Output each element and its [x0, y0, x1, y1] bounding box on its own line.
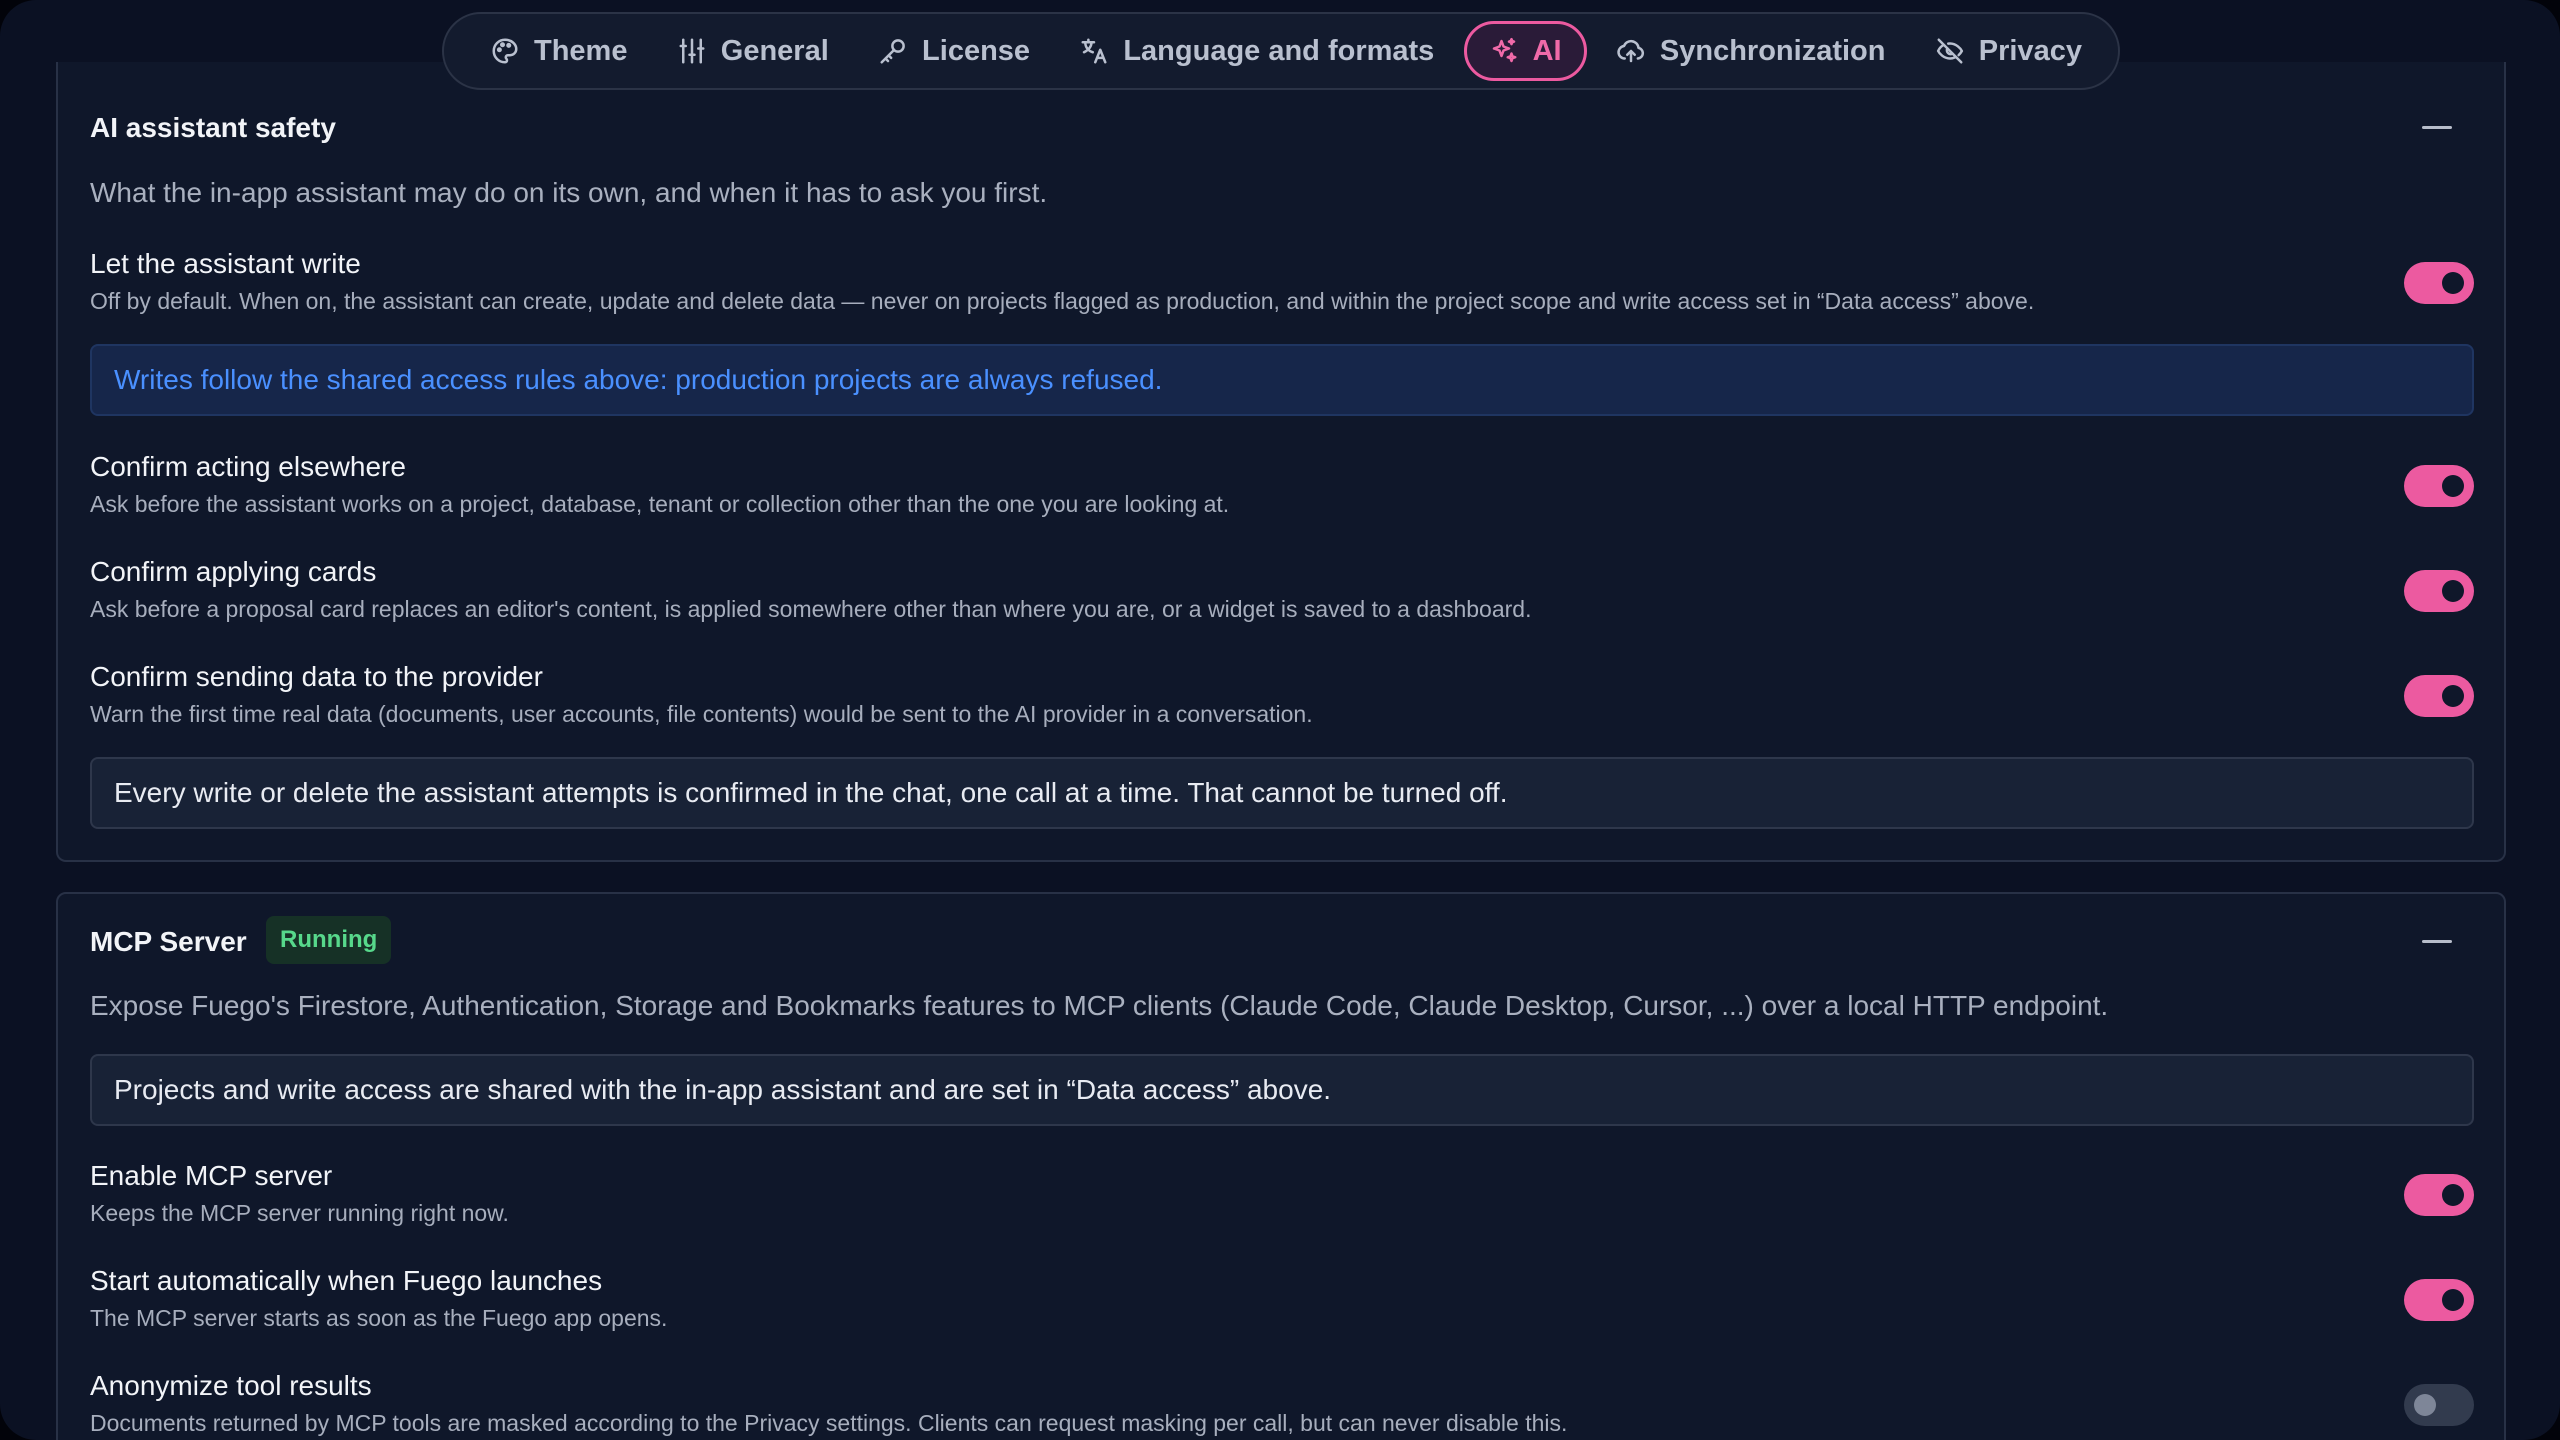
tab-license[interactable]: License	[858, 21, 1050, 81]
setting-row-autostart: Start automatically when Fuego launches …	[90, 1265, 2474, 1349]
settings-window: Theme General License Language and forma…	[0, 0, 2560, 1440]
tab-privacy[interactable]: Privacy	[1915, 21, 2102, 81]
tab-label: General	[720, 34, 829, 67]
setting-description: Ask before the assistant works on a proj…	[90, 491, 1230, 517]
confirm-in-chat-notice: Every write or delete the assistant atte…	[90, 757, 2474, 829]
confirm-cards-toggle[interactable]	[2404, 570, 2474, 612]
setting-description: Keeps the MCP server running right now.	[90, 1200, 509, 1226]
tab-synchronization[interactable]: Synchronization	[1596, 21, 1906, 81]
settings-tabs: Theme General License Language and forma…	[442, 12, 2120, 90]
eye-off-icon	[1936, 38, 1963, 64]
write-rules-notice: Writes follow the shared access rules ab…	[90, 344, 2474, 416]
setting-description: Warn the first time real data (documents…	[90, 701, 1313, 727]
tab-label: License	[922, 34, 1031, 67]
sliders-icon	[679, 38, 705, 64]
key-icon	[880, 39, 905, 64]
tab-label: Synchronization	[1659, 34, 1886, 67]
setting-description: Ask before a proposal card replaces an e…	[90, 596, 1532, 622]
cloud-upload-icon	[1617, 39, 1644, 63]
setting-description: Documents returned by MCP tools are mask…	[90, 1410, 1568, 1436]
setting-description: The MCP server starts as soon as the Fue…	[90, 1305, 668, 1331]
mcp-server-card: MCP Server Running Expose Fuego's Firest…	[56, 892, 2506, 1440]
anonymize-toggle[interactable]	[2404, 1384, 2474, 1426]
collapse-section-button[interactable]	[2422, 126, 2452, 129]
setting-row-confirm-provider: Confirm sending data to the provider War…	[90, 661, 2474, 745]
setting-title: Confirm acting elsewhere	[90, 451, 406, 482]
autostart-toggle[interactable]	[2404, 1279, 2474, 1321]
translate-icon	[1081, 38, 1107, 64]
setting-description: Off by default. When on, the assistant c…	[90, 288, 2035, 314]
tab-label: Privacy	[1978, 34, 2082, 67]
setting-row-confirm-cards: Confirm applying cards Ask before a prop…	[90, 556, 2474, 640]
shared-access-notice: Projects and write access are shared wit…	[90, 1054, 2474, 1126]
setting-title: Anonymize tool results	[90, 1370, 372, 1401]
tab-label: Theme	[534, 34, 628, 67]
setting-row-enable-mcp: Enable MCP server Keeps the MCP server r…	[90, 1160, 2474, 1244]
tab-label: AI	[1532, 34, 1562, 67]
setting-row-anonymize: Anonymize tool results Documents returne…	[90, 1370, 2474, 1440]
setting-title: Enable MCP server	[90, 1160, 333, 1191]
setting-title: Start automatically when Fuego launches	[90, 1265, 603, 1296]
ai-assistant-safety-card: AI assistant safety What the in-app assi…	[56, 62, 2506, 862]
section-title: AI assistant safety	[90, 112, 336, 143]
setting-title: Confirm sending data to the provider	[90, 661, 543, 692]
setting-title: Let the assistant write	[90, 248, 361, 279]
setting-row-confirm-elsewhere: Confirm acting elsewhere Ask before the …	[90, 451, 2474, 535]
confirm-provider-toggle[interactable]	[2404, 675, 2474, 717]
collapse-section-button[interactable]	[2422, 940, 2452, 943]
setting-row-assistant-write: Let the assistant write Off by default. …	[90, 248, 2474, 332]
assistant-write-toggle[interactable]	[2404, 262, 2474, 304]
tab-general[interactable]: General	[657, 21, 849, 81]
tab-label: Language and formats	[1123, 34, 1435, 67]
palette-icon	[492, 38, 518, 64]
sparkles-icon	[1492, 37, 1517, 63]
status-badge: Running	[266, 916, 392, 964]
section-title: MCP Server	[90, 926, 247, 957]
section-description: Expose Fuego's Firestore, Authentication…	[90, 990, 2109, 1021]
tab-ai[interactable]: AI	[1463, 21, 1587, 81]
setting-title: Confirm applying cards	[90, 556, 377, 587]
tab-language-and-formats[interactable]: Language and formats	[1059, 21, 1454, 81]
confirm-elsewhere-toggle[interactable]	[2404, 465, 2474, 507]
enable-mcp-toggle[interactable]	[2404, 1174, 2474, 1216]
tab-theme[interactable]: Theme	[470, 21, 647, 81]
section-description: What the in-app assistant may do on its …	[90, 177, 1048, 208]
